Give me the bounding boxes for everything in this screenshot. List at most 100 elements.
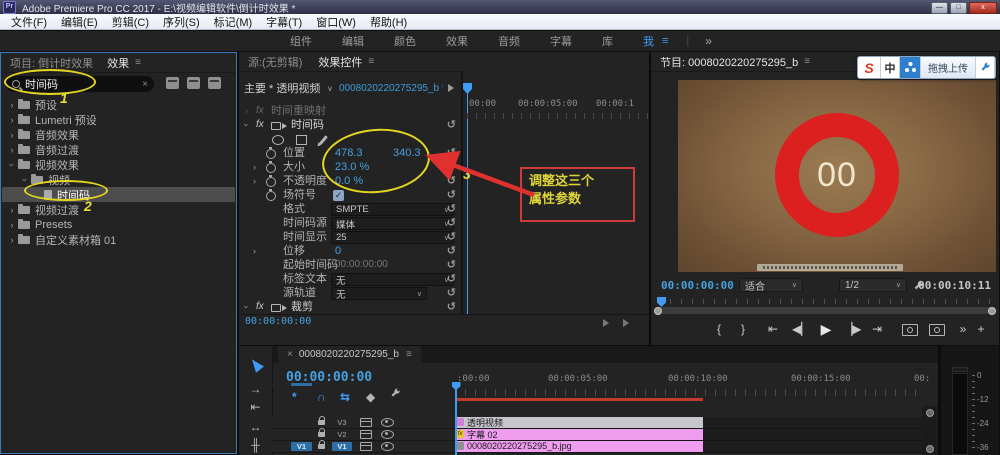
workspace-tab-1[interactable]: 编辑	[342, 33, 364, 49]
tree-chevron-icon[interactable]: ›	[7, 159, 17, 171]
timeline-scrollbar[interactable]	[922, 406, 938, 455]
rolling-edit-button[interactable]: ↔	[239, 420, 272, 434]
32bit-color-filter-icon[interactable]	[187, 77, 200, 89]
keyframe-stopwatch-icon[interactable]	[266, 149, 276, 159]
menu-item-2[interactable]: 剪辑(C)	[105, 14, 156, 30]
effect-row-scale[interactable]: ›大小23.0 %↺	[239, 160, 461, 174]
expand-chevron-icon[interactable]: ›	[253, 174, 256, 188]
menu-item-1[interactable]: 编辑(E)	[54, 14, 105, 30]
reset-property-icon[interactable]: ↺	[447, 188, 456, 202]
reset-property-icon[interactable]: ↺	[447, 146, 456, 160]
menu-item-4[interactable]: 标记(M)	[207, 14, 260, 30]
lock-icon[interactable]	[318, 444, 325, 449]
workspace-tab-2[interactable]: 颜色	[394, 33, 416, 49]
reset-property-icon[interactable]: ↺	[447, 244, 456, 258]
effect-row-field-symbol[interactable]: 场符号✓↺	[239, 188, 461, 202]
effect-row-label-text[interactable]: 标签文本无∨↺	[239, 272, 461, 286]
toggle-track-output-icon[interactable]	[381, 442, 394, 451]
reset-property-icon[interactable]: ↺	[447, 216, 456, 230]
loop-icon[interactable]	[623, 319, 629, 327]
sync-lock-icon[interactable]	[360, 430, 372, 439]
playback-resolution-dropdown[interactable]: 1/2∨	[839, 278, 907, 292]
keyframe-stopwatch-icon[interactable]	[266, 177, 276, 187]
reset-property-icon[interactable]: ↺	[447, 272, 456, 286]
linked-selection-toggle[interactable]: ⇆	[340, 390, 350, 404]
reset-property-icon[interactable]: ↺	[447, 160, 456, 174]
track-name-label[interactable]: V3	[332, 418, 352, 427]
play-audio-icon[interactable]	[603, 319, 609, 327]
program-current-timecode[interactable]: 00:00:00:00	[661, 279, 734, 292]
track-lane-v1[interactable]: 0008020220275295_b.jpg	[455, 441, 922, 453]
panel-menu-icon[interactable]: ≡	[804, 56, 810, 67]
tree-chevron-icon[interactable]: ›	[6, 130, 18, 140]
keyframe-stopwatch-icon[interactable]	[266, 191, 276, 201]
go-to-out-button[interactable]: ⇥	[869, 316, 885, 342]
toggle-track-output-icon[interactable]	[381, 430, 394, 439]
expand-chevron-icon[interactable]: ›	[253, 244, 256, 258]
go-to-in-button[interactable]: ⇤	[765, 316, 781, 342]
effect-row-crop[interactable]: ›fx裁剪↺	[239, 300, 461, 314]
panel-menu-icon[interactable]: ≡	[135, 57, 141, 68]
value-scrubber[interactable]: 23.0 %	[335, 160, 369, 174]
toggle-track-output-icon[interactable]	[381, 418, 394, 427]
close-icon[interactable]: ×	[287, 349, 293, 360]
play-button[interactable]: ▶	[818, 316, 834, 342]
close-button[interactable]: x	[969, 2, 997, 14]
track-name-label[interactable]: V1	[332, 442, 352, 451]
ime-settings-icon[interactable]	[976, 57, 995, 78]
workspace-overflow-icon[interactable]: »	[705, 34, 712, 48]
tree-item-custom-bin-01[interactable]: ›自定义素材箱 01	[2, 232, 235, 247]
tree-item-video-effects[interactable]: ›视频效果	[2, 157, 235, 172]
playhead-line[interactable]	[467, 93, 469, 330]
track-lane-v2[interactable]: fx字幕 02	[455, 429, 922, 441]
tab-project[interactable]: 项目: 倒计时效果	[10, 55, 93, 71]
tree-chevron-icon[interactable]: ›	[6, 115, 18, 125]
property-checkbox[interactable]: ✓	[333, 190, 344, 201]
scrubber-bar[interactable]	[656, 307, 994, 314]
workspace-tab-0[interactable]: 组件	[290, 33, 312, 49]
reset-effect-icon[interactable]: ↺	[447, 118, 456, 132]
value-scrubber[interactable]: 478.3	[335, 146, 393, 160]
scrubber-right-handle[interactable]	[988, 307, 996, 315]
program-playhead[interactable]	[657, 297, 666, 307]
fx-badge-icon[interactable]: fx	[256, 104, 264, 118]
menu-item-5[interactable]: 字幕(T)	[259, 14, 309, 30]
scrubber-left-handle[interactable]	[654, 307, 662, 315]
tree-chevron-icon[interactable]: ›	[6, 220, 18, 230]
tree-item-lumetri-presets[interactable]: ›Lumetri 预设	[2, 112, 235, 127]
track-header-v1[interactable]: V1V1	[272, 441, 455, 453]
track-name-label[interactable]: V2	[332, 430, 352, 439]
clip-v2[interactable]: fx字幕 02	[455, 429, 703, 440]
effects-search-input[interactable]: 时间码 ×	[6, 76, 154, 92]
lock-icon[interactable]	[318, 420, 325, 425]
workspace-tab-6[interactable]: 库	[602, 33, 613, 49]
tree-item-presets-en[interactable]: ›Presets	[2, 217, 235, 232]
effect-row-opacity[interactable]: ›不透明度0.0 %↺	[239, 174, 461, 188]
track-header-v2[interactable]: V2	[272, 429, 455, 441]
value-scrubber[interactable]: 340.3	[393, 146, 421, 160]
step-forward-button[interactable]: ▕▶	[843, 316, 859, 342]
rectangle-mask-icon[interactable]	[296, 135, 307, 145]
effect-row-source-track[interactable]: 源轨道无∨↺	[239, 286, 461, 300]
property-dropdown[interactable]: 无∨	[331, 287, 427, 300]
scrollbar-knob-top[interactable]	[926, 409, 934, 417]
pen-mask-icon[interactable]	[319, 135, 328, 145]
tree-chevron-icon[interactable]: ›	[20, 174, 30, 186]
tab-program[interactable]: 节目: 0008020220275295_b	[660, 54, 798, 70]
tab-source-monitor[interactable]: 源:(无剪辑)	[248, 54, 302, 70]
workspace-menu-icon[interactable]: ≡	[662, 35, 668, 47]
effect-row-timecode-effect[interactable]: ›fx时间码↺	[239, 118, 461, 132]
tree-item-video-folder[interactable]: ›视频	[2, 172, 235, 187]
drag-upload-button[interactable]: 拖拽上传	[921, 57, 976, 78]
tab-effects[interactable]: 效果	[107, 55, 129, 71]
source-patch-v2[interactable]	[291, 430, 312, 439]
reset-property-icon[interactable]: ↺	[447, 174, 456, 188]
tree-chevron-icon[interactable]: ›	[6, 100, 18, 110]
minimize-button[interactable]: —	[931, 2, 948, 14]
step-back-button[interactable]: ◀▏	[792, 316, 808, 342]
accelerated-effects-filter-icon[interactable]	[166, 77, 179, 89]
add-marker-button[interactable]: ◆	[366, 390, 375, 404]
nested-sequence-toggle[interactable]: *	[292, 390, 297, 404]
yuv-effects-filter-icon[interactable]	[208, 77, 221, 89]
export-frame-icon[interactable]	[902, 324, 918, 336]
